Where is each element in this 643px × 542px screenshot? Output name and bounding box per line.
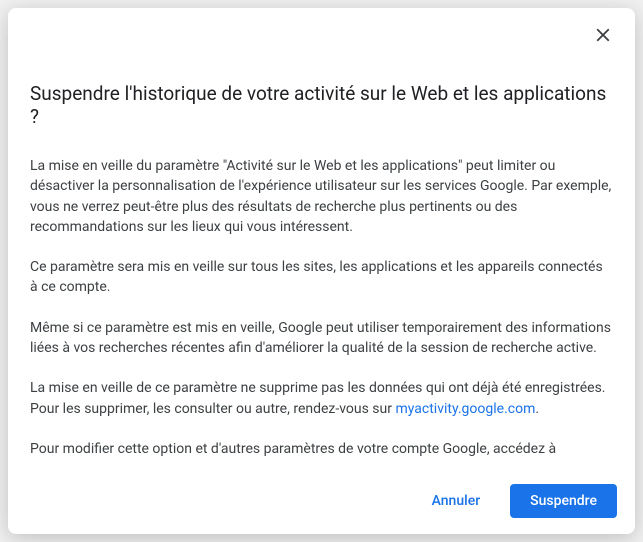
close-button[interactable] bbox=[585, 18, 621, 54]
dialog-paragraph: Même si ce paramètre est mis en veille, … bbox=[30, 318, 613, 359]
paragraph-text: . bbox=[535, 401, 539, 417]
dialog-paragraph: Ce paramètre sera mis en veille sur tous… bbox=[30, 257, 613, 298]
my-activity-link[interactable]: myactivity.google.com bbox=[395, 401, 535, 417]
dialog-body[interactable]: Suspendre l'historique de votre activité… bbox=[8, 58, 635, 472]
dialog-paragraph: Pour modifier cette option et d'autres p… bbox=[30, 439, 613, 459]
dialog-paragraph: La mise en veille de ce paramètre ne sup… bbox=[30, 378, 613, 419]
dialog-paragraph: La mise en veille du paramètre "Activité… bbox=[30, 156, 613, 237]
confirmation-dialog: Suspendre l'historique de votre activité… bbox=[8, 8, 635, 534]
dialog-footer: Annuler Suspendre bbox=[8, 472, 635, 534]
suspend-button[interactable]: Suspendre bbox=[510, 484, 617, 518]
dialog-title: Suspendre l'historique de votre activité… bbox=[30, 82, 613, 128]
cancel-button[interactable]: Annuler bbox=[412, 484, 501, 518]
dialog-header bbox=[8, 8, 635, 58]
close-icon bbox=[592, 24, 614, 49]
